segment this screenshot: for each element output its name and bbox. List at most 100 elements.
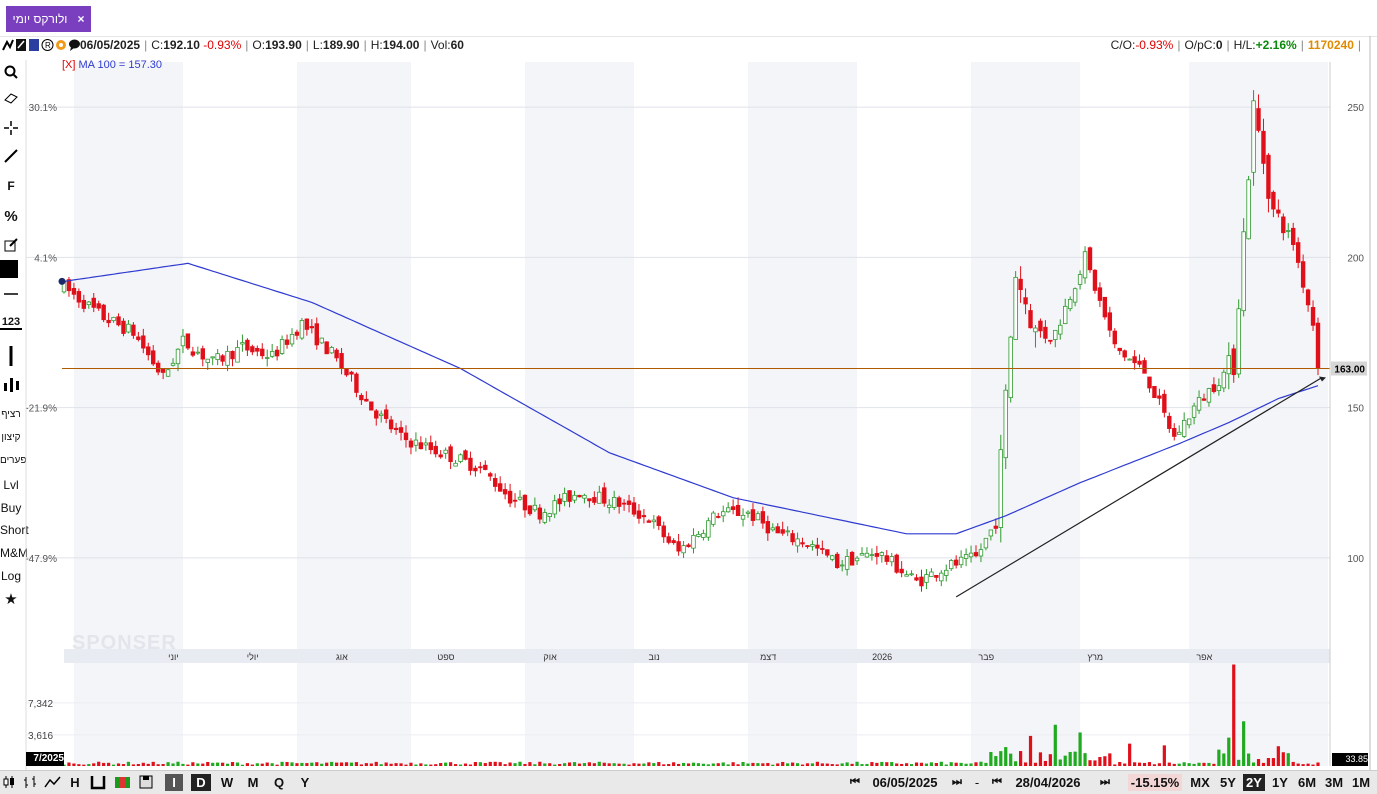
candle-down [805, 545, 810, 547]
volume-bar [211, 762, 215, 766]
volume-bar [1281, 752, 1285, 766]
candle-up [1251, 100, 1256, 173]
volume-bar [166, 762, 170, 766]
range-2y[interactable]: 2Y [1243, 774, 1265, 791]
candle-down [403, 432, 409, 441]
candle-up [1082, 251, 1088, 279]
volume-bar [1306, 763, 1310, 766]
volume-bar [909, 764, 914, 766]
candle-up [1236, 308, 1241, 375]
candle-up [607, 504, 612, 508]
area-chart-icon[interactable] [89, 774, 107, 791]
volume-bar [1142, 762, 1147, 766]
bar-chart-icon[interactable] [22, 774, 40, 791]
x-month-label: מרץ [1088, 652, 1104, 662]
volume-bar [102, 762, 106, 766]
start-next-icon[interactable]: ⏭ [943, 774, 971, 791]
volume-bar [924, 763, 929, 766]
volume-bar [1152, 764, 1157, 766]
candle-down [914, 577, 919, 581]
volume-bar [463, 763, 468, 766]
candle-chart-icon[interactable] [2, 774, 16, 791]
color-bars-icon[interactable] [113, 774, 133, 791]
volume-bar [548, 763, 552, 766]
volume-bar [761, 763, 765, 766]
volume-bar [1251, 762, 1256, 766]
volume-bar [1068, 751, 1072, 766]
end-prev-icon[interactable]: ⏮ [984, 774, 1010, 791]
candle-down [1291, 227, 1296, 245]
candle-down [448, 446, 453, 463]
save-icon[interactable] [137, 774, 155, 791]
candle-down [592, 497, 597, 503]
price-chart[interactable]: 7,342 3,616 163.00 100 150 200 250 30.1% 4.1% -… [0, 0, 1377, 793]
candle-down [1201, 398, 1207, 401]
volume-bar [795, 763, 800, 766]
candle-down [141, 335, 146, 349]
candle-down [537, 507, 543, 520]
volume-bar [344, 762, 349, 766]
candle-up [265, 357, 270, 359]
volume-bar [875, 762, 879, 766]
candle-up [379, 413, 384, 417]
volume-bar [662, 764, 666, 766]
candle-up [1206, 388, 1212, 403]
percent-tick-label: -21.9% [25, 404, 57, 415]
range-1y[interactable]: 1Y [1269, 774, 1291, 791]
period-daily[interactable]: D [191, 774, 211, 791]
candle-down [374, 410, 379, 419]
candle-down [493, 478, 498, 487]
range-3m[interactable]: 3M [1322, 774, 1346, 791]
candle-up [844, 556, 850, 570]
volume-bar [116, 763, 121, 766]
candle-up [711, 512, 716, 525]
period-weekly[interactable]: W [217, 774, 237, 791]
range-mx[interactable]: MX [1188, 774, 1212, 791]
volume-bar [731, 762, 735, 766]
line-chart-icon[interactable] [43, 774, 63, 791]
percent-tick-label: 4.1% [34, 253, 57, 264]
candle-up [205, 358, 210, 363]
end-date[interactable]: 28/04/2026 [1012, 774, 1084, 791]
start-date[interactable]: 06/05/2025 [870, 774, 940, 791]
range-6m[interactable]: 6M [1295, 774, 1319, 791]
candle-down [1087, 247, 1093, 271]
volume-bar [1167, 762, 1171, 766]
range-5y[interactable]: 5Y [1216, 774, 1240, 791]
volume-bar [399, 763, 403, 766]
candle-down [1152, 385, 1157, 399]
volume-bar [528, 762, 532, 766]
candle-up [696, 533, 701, 537]
volume-bar [429, 764, 433, 766]
volume-bar [711, 763, 715, 766]
candle-down [1102, 296, 1108, 318]
candle-up [458, 454, 463, 462]
volume-bar [652, 763, 656, 766]
range-1m[interactable]: 1M [1349, 774, 1373, 791]
volume-bar [270, 763, 274, 766]
candle-up [562, 492, 567, 502]
volume-bar [82, 764, 86, 766]
start-first-icon[interactable]: ⏮ [843, 774, 867, 791]
candle-down [488, 473, 493, 477]
period-yearly[interactable]: Y [295, 774, 315, 791]
volume-bar [335, 762, 339, 766]
candle-down [1137, 360, 1142, 365]
volume-bar [310, 762, 314, 766]
candle-down [1122, 350, 1127, 358]
candle-up [269, 351, 275, 357]
candle-down [1266, 154, 1271, 199]
volume-bar [1217, 749, 1221, 766]
intraday-button[interactable]: I [165, 774, 183, 791]
hl-chart-icon[interactable]: H [67, 774, 83, 791]
period-monthly[interactable]: M [243, 774, 263, 791]
volume-bar [672, 762, 676, 766]
remove-indicator-icon[interactable]: [X] [62, 59, 75, 71]
volume-bar [1083, 753, 1087, 766]
period-quarterly[interactable]: Q [269, 774, 289, 791]
volume-cursor-value: 33.85 [1332, 753, 1368, 766]
volume-bar [830, 764, 834, 766]
watermark: SPONSER [72, 632, 177, 654]
volume-bar [900, 763, 904, 766]
end-next-icon[interactable]: ⏭ [1086, 774, 1124, 791]
